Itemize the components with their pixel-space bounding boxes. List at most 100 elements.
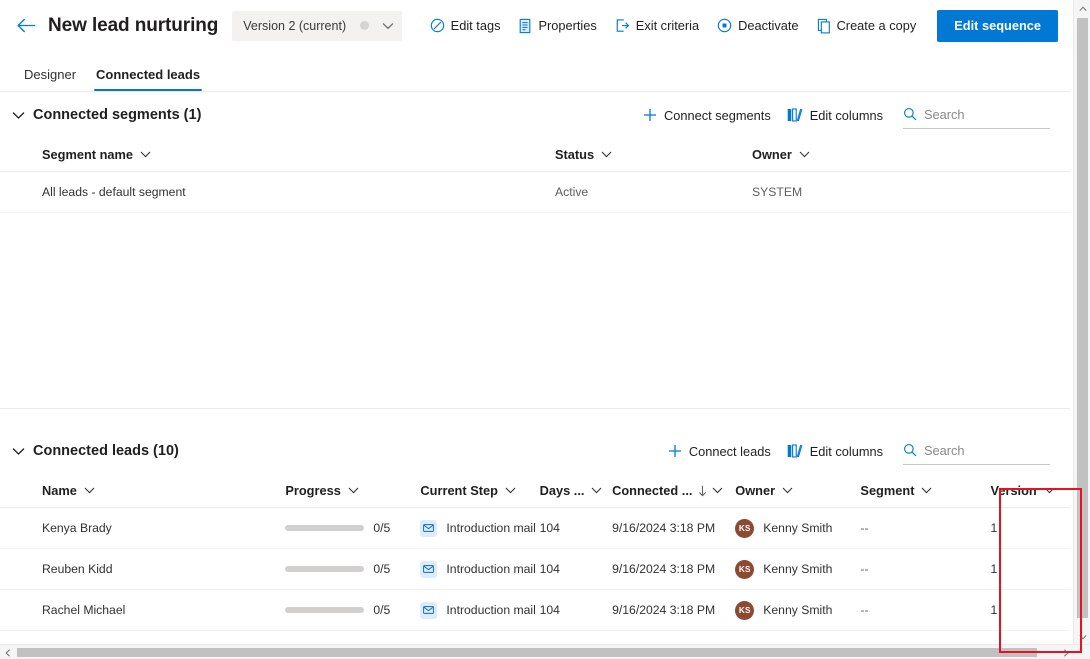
search-icon [903, 443, 917, 457]
chevron-down-icon [382, 22, 394, 30]
cell-version: 1 [990, 521, 998, 535]
copy-icon [817, 18, 831, 34]
progress-text: 0/5 [373, 603, 391, 617]
app-window: New lead nurturing Version 2 (current) E… [0, 0, 1090, 659]
edit-tags-button[interactable]: Edit tags [421, 9, 510, 43]
segments-collapse-chevron-down-icon[interactable] [8, 107, 29, 124]
scroll-left-icon[interactable] [0, 645, 15, 659]
circle-stop-icon [717, 18, 732, 33]
create-a-copy-button[interactable]: Create a copy [808, 9, 926, 43]
vertical-scrollbar-thumb[interactable] [1077, 18, 1088, 618]
segments-edit-columns-button[interactable]: Edit columns [779, 100, 891, 130]
column-header-owner[interactable]: Owner [735, 483, 860, 498]
current-step-label: Introduction mail [446, 603, 536, 617]
cell-name: Rachel Michael [42, 603, 126, 617]
exit-criteria-button[interactable]: Exit criteria [606, 9, 708, 43]
properties-button[interactable]: Properties [509, 9, 605, 43]
segments-table-header: Segment name Status Owner [0, 138, 1070, 172]
cell-progress: 0/5 [285, 521, 420, 535]
segments-search-box[interactable] [903, 101, 1050, 129]
cell-connected: 9/16/2024 3:18 PM [612, 603, 716, 617]
current-step-label: Introduction mail [446, 562, 536, 576]
progress-text: 0/5 [373, 562, 391, 576]
horizontal-scrollbar[interactable] [0, 644, 1090, 659]
column-header-segment-name-label: Segment name [42, 147, 134, 162]
connect-leads-label: Connect leads [688, 443, 771, 459]
table-row[interactable]: Kenya Brady 0/5 Introduction mail 104 9/… [0, 508, 1070, 549]
tab-connected-leads[interactable]: Connected leads [86, 67, 210, 91]
tab-designer[interactable]: Designer [14, 67, 86, 91]
column-header-status[interactable]: Status [555, 147, 752, 162]
owner-name: Kenny Smith [763, 562, 833, 576]
column-header-current-step[interactable]: Current Step [420, 483, 539, 498]
leads-search-input[interactable] [924, 442, 1050, 458]
cell-owner: KS Kenny Smith [735, 518, 860, 538]
deactivate-button[interactable]: Deactivate [708, 9, 807, 43]
segments-edit-columns-label: Edit columns [809, 107, 883, 123]
column-header-version[interactable]: Version [991, 483, 1070, 498]
cell-segment: -- [860, 521, 869, 535]
connected-segments-panel: Connected segments (1) Connect segments [0, 92, 1070, 409]
cell-status: Active [555, 185, 589, 199]
connect-segments-button[interactable]: Connect segments [635, 100, 779, 130]
chevron-down-icon [84, 487, 95, 494]
progress-bar [285, 566, 365, 572]
chevron-down-icon [782, 487, 793, 494]
column-header-connected[interactable]: Connected ... [612, 483, 735, 498]
column-header-connected-label: Connected ... [612, 483, 693, 498]
column-header-version-label: Version [990, 483, 1037, 498]
cell-name: Kenya Brady [42, 521, 112, 535]
version-selector[interactable]: Version 2 (current) [232, 10, 403, 41]
chevron-down-icon [799, 151, 810, 158]
scroll-down-icon[interactable] [1074, 628, 1090, 645]
cell-version: 1 [990, 562, 998, 576]
progress-bar [285, 607, 365, 613]
edit-columns-icon [787, 444, 803, 458]
segments-section-actions: Connect segments Edit columns [635, 100, 1070, 130]
back-button[interactable] [10, 10, 42, 42]
arrow-down-icon [698, 485, 707, 497]
column-header-segment-name[interactable]: Segment name [42, 147, 555, 162]
mail-icon [420, 560, 438, 578]
cell-current-step: Introduction mail [420, 560, 539, 578]
leads-table-header: Name Progress Current Step Days ... Conn… [0, 474, 1070, 508]
cell-current-step: Introduction mail [420, 519, 539, 537]
table-row[interactable]: Rachel Michael 0/5 Introduction mail 104 [0, 590, 1070, 631]
segments-section-title: Connected segments (1) [33, 107, 202, 123]
table-row[interactable]: Reuben Kidd 0/5 Introduction mail 104 9/… [0, 549, 1070, 590]
column-header-owner[interactable]: Owner [752, 147, 952, 162]
column-header-name[interactable]: Name [42, 483, 285, 498]
segments-table-empty-area [0, 213, 1070, 408]
cell-current-step: Introduction mail [420, 601, 539, 619]
command-bar: New lead nurturing Version 2 (current) E… [0, 0, 1070, 51]
owner-name: Kenny Smith [763, 603, 833, 617]
column-header-current-step-label: Current Step [420, 483, 498, 498]
deactivate-label: Deactivate [738, 18, 799, 33]
chevron-down-icon [348, 487, 359, 494]
scroll-right-icon[interactable] [1058, 645, 1073, 659]
vertical-scrollbar[interactable] [1073, 0, 1090, 645]
tab-bar: Designer Connected leads [0, 51, 1070, 92]
column-header-days[interactable]: Days ... [540, 483, 613, 498]
leads-collapse-chevron-down-icon[interactable] [8, 443, 29, 460]
cell-segment: -- [860, 562, 869, 576]
edit-sequence-button[interactable]: Edit sequence [937, 9, 1058, 42]
cell-name: Reuben Kidd [42, 562, 113, 576]
exit-criteria-label: Exit criteria [635, 18, 700, 33]
cell-version: 1 [990, 603, 998, 617]
version-selector-label: Version 2 (current) [243, 18, 347, 33]
segments-search-input[interactable] [924, 106, 1050, 122]
chevron-down-icon [1044, 487, 1055, 494]
column-header-segment[interactable]: Segment [860, 483, 990, 498]
create-a-copy-label: Create a copy [836, 18, 917, 33]
connect-leads-button[interactable]: Connect leads [660, 436, 779, 466]
column-header-owner-label: Owner [752, 147, 792, 162]
column-header-days-label: Days ... [539, 483, 585, 498]
leads-edit-columns-button[interactable]: Edit columns [779, 436, 891, 466]
table-row[interactable]: All leads - default segment Active SYSTE… [0, 172, 1070, 213]
leads-search-box[interactable] [903, 437, 1050, 465]
column-header-progress[interactable]: Progress [285, 483, 420, 498]
horizontal-scrollbar-thumb[interactable] [17, 648, 1037, 657]
status-dot [360, 21, 370, 30]
scroll-up-icon[interactable] [1074, 0, 1090, 17]
